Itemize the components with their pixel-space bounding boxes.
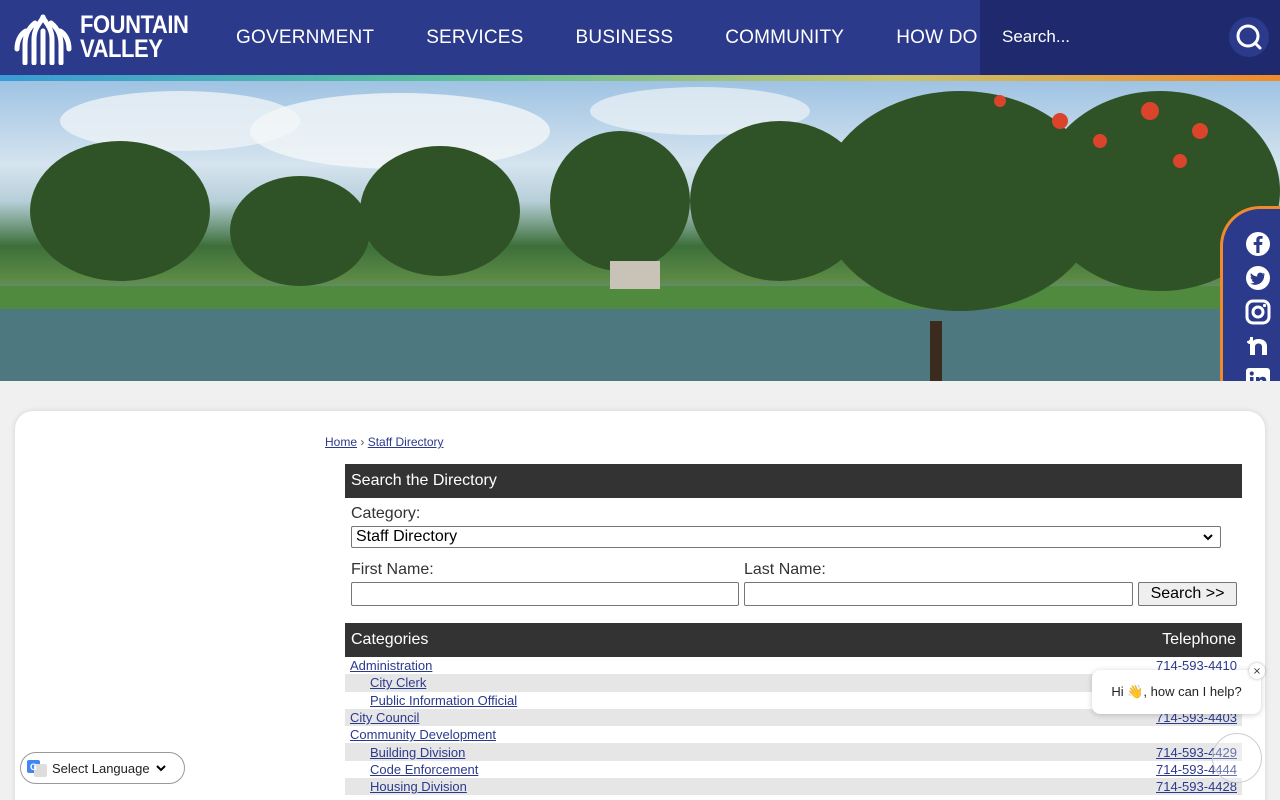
category-link[interactable]: Building Division <box>350 745 465 760</box>
phone-link[interactable]: 714-593-4428 <box>1156 779 1237 794</box>
categories-header: Categories Telephone <box>345 623 1242 657</box>
nav-services[interactable]: SERVICES <box>426 27 523 49</box>
site-search-button[interactable] <box>1229 17 1269 57</box>
nav-government[interactable]: GOVERNMENT <box>236 27 374 49</box>
main-nav: GOVERNMENT SERVICES BUSINESS COMMUNITY H… <box>210 0 1031 75</box>
directory-search-button[interactable]: Search >> <box>1138 582 1237 606</box>
google-translate-icon: G <box>27 760 47 777</box>
facebook-icon[interactable] <box>1245 231 1271 257</box>
nav-community[interactable]: COMMUNITY <box>725 27 844 49</box>
category-select[interactable]: Staff Directory <box>351 526 1221 548</box>
chevron-down-icon <box>155 765 166 772</box>
chevron-down-icon <box>1203 534 1213 541</box>
language-selector-label: Select Language <box>52 760 150 776</box>
chat-close-button[interactable]: × <box>1249 663 1265 679</box>
category-select-value: Staff Directory <box>356 528 458 545</box>
first-name-input[interactable] <box>351 582 739 606</box>
breadcrumb-staff-directory[interactable]: Staff Directory <box>368 435 444 449</box>
table-row: Community Development <box>345 726 1242 743</box>
table-row: Building Division 714-593-4429 <box>345 743 1242 761</box>
first-name-label: First Name: <box>351 561 434 578</box>
category-link[interactable]: Housing Division <box>350 779 467 794</box>
hero-image <box>0 81 1280 381</box>
site-search <box>980 0 1280 75</box>
nextdoor-icon[interactable] <box>1245 333 1271 359</box>
social-bar <box>1220 206 1280 381</box>
linkedin-icon[interactable] <box>1245 367 1271 381</box>
directory-search-title: Search the Directory <box>351 472 497 489</box>
breadcrumb: Home › Staff Directory <box>325 435 444 449</box>
category-link[interactable]: City Council <box>350 710 419 725</box>
city-logo[interactable]: FOUNTAIN VALLEY <box>14 8 203 66</box>
table-row: Housing Division 714-593-4428 <box>345 778 1242 796</box>
search-icon <box>1236 24 1262 50</box>
breadcrumb-separator: › <box>360 435 365 449</box>
chat-launcher-button[interactable] <box>1212 733 1262 783</box>
categories-column-header: Categories <box>351 631 429 648</box>
last-name-input[interactable] <box>744 582 1133 606</box>
language-selector[interactable]: G Select Language <box>20 752 185 784</box>
nav-business[interactable]: BUSINESS <box>576 27 674 49</box>
svg-text:G: G <box>30 762 37 772</box>
instagram-icon[interactable] <box>1245 299 1271 325</box>
last-name-label: Last Name: <box>744 561 826 578</box>
category-link[interactable]: Administration <box>350 658 432 673</box>
logo-text: FOUNTAIN VALLEY <box>80 11 189 63</box>
site-header: FOUNTAIN VALLEY GOVERNMENT SERVICES BUSI… <box>0 0 1280 75</box>
chat-message: Hi 👋, how can I help? <box>1111 684 1242 699</box>
breadcrumb-home[interactable]: Home <box>325 435 357 449</box>
directory-search-heading: Search the Directory <box>345 464 1242 498</box>
category-label: Category: <box>351 505 421 522</box>
park-scene <box>0 87 1280 381</box>
category-link[interactable]: Code Enforcement <box>350 762 478 777</box>
logo-line-1: FOUNTAIN <box>80 11 189 39</box>
table-row: Code Enforcement 714-593-4444 <box>345 761 1242 778</box>
logo-line-2: VALLEY <box>80 35 163 63</box>
category-link[interactable]: City Clerk <box>350 675 426 690</box>
twitter-icon[interactable] <box>1245 265 1271 291</box>
site-search-input[interactable] <box>1002 22 1202 52</box>
category-link[interactable]: Community Development <box>350 727 496 742</box>
fountain-logo-icon <box>14 14 72 65</box>
telephone-column-header: Telephone <box>1162 631 1236 648</box>
chat-popup[interactable]: Hi 👋, how can I help? <box>1092 670 1261 714</box>
category-link[interactable]: Public Information Official <box>350 693 517 708</box>
